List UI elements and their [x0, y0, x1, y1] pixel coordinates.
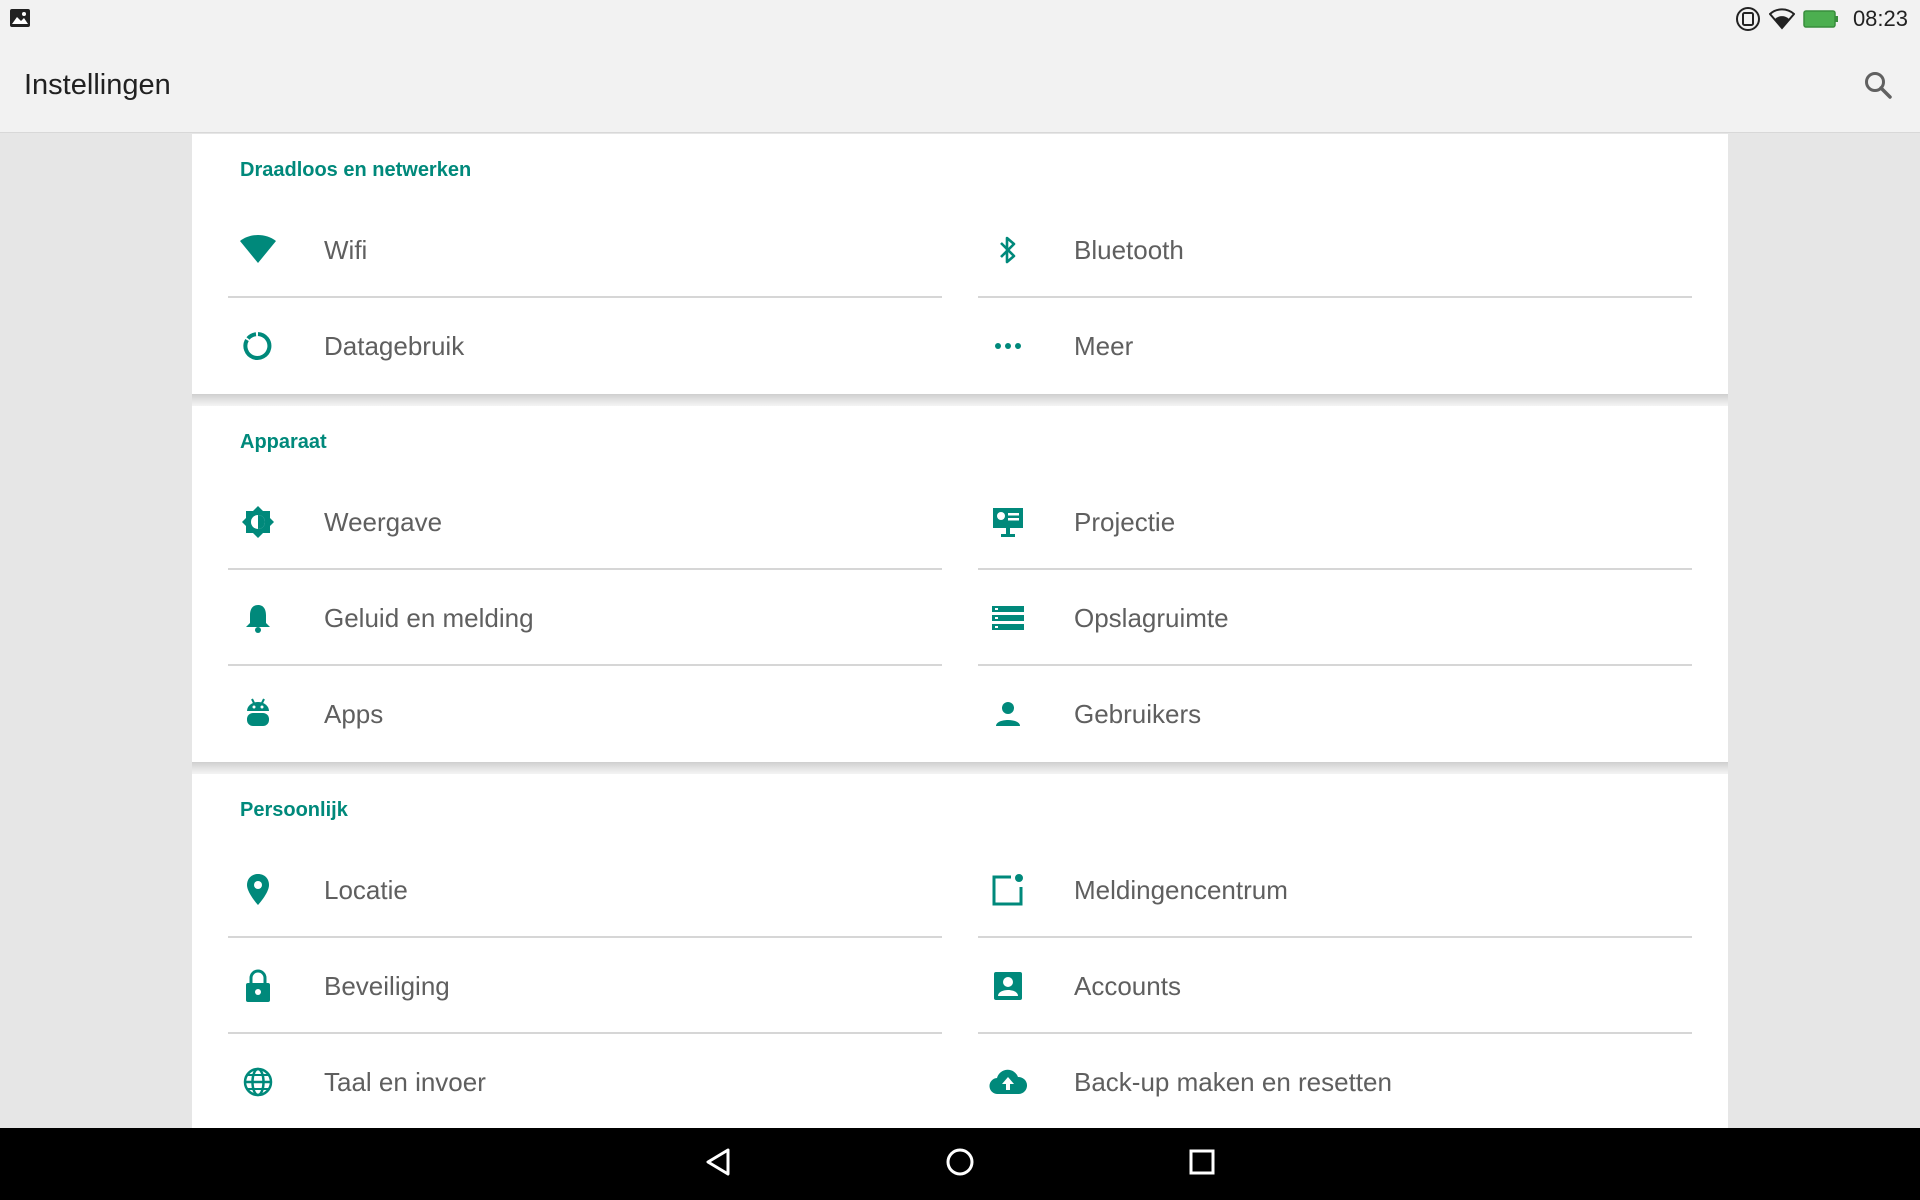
settings-item-label: Taal en invoer	[324, 1066, 486, 1097]
settings-item-language[interactable]: Taal en invoer	[228, 1034, 942, 1128]
storage-icon	[978, 598, 1038, 638]
account-box-icon	[978, 966, 1038, 1006]
settings-item-label: Accounts	[1074, 970, 1181, 1001]
projection-icon	[978, 502, 1038, 542]
bluetooth-icon	[978, 230, 1038, 270]
bell-icon	[228, 598, 288, 638]
section-divider	[192, 762, 1728, 774]
nfc-icon	[1735, 6, 1761, 32]
search-icon	[1863, 70, 1893, 105]
settings-item-accounts[interactable]: Accounts	[978, 938, 1692, 1034]
page-title: Instellingen	[24, 69, 171, 101]
cloud-upload-icon	[978, 1062, 1038, 1102]
settings-item-label: Meldingencentrum	[1074, 874, 1288, 905]
section-personal: Persoonlijk Locatie Meldingencentrum Bev…	[192, 774, 1728, 1128]
notification-center-icon	[978, 870, 1038, 910]
settings-item-label: Wifi	[324, 234, 368, 265]
data-usage-icon	[228, 326, 288, 366]
settings-item-wifi[interactable]: Wifi	[228, 202, 942, 298]
settings-item-label: Datagebruik	[324, 330, 465, 361]
settings-item-location[interactable]: Locatie	[228, 842, 942, 938]
wifi-signal-icon	[1768, 7, 1795, 30]
android-icon	[228, 694, 288, 734]
settings-item-label: Geluid en melding	[324, 602, 534, 633]
settings-item-label: Projectie	[1074, 506, 1176, 537]
settings-item-storage[interactable]: Opslagruimte	[978, 570, 1692, 666]
settings-item-data-usage[interactable]: Datagebruik	[228, 298, 942, 394]
status-bar: 08:23	[0, 0, 1920, 37]
home-icon	[945, 1147, 975, 1182]
section-title: Persoonlijk	[240, 799, 348, 821]
more-icon	[978, 326, 1038, 366]
settings-item-label: Weergave	[324, 506, 443, 537]
settings-item-label: Gebruikers	[1074, 698, 1202, 729]
globe-icon	[228, 1062, 288, 1102]
brightness-icon	[228, 502, 288, 542]
settings-item-security[interactable]: Beveiliging	[228, 938, 942, 1034]
settings-item-bluetooth[interactable]: Bluetooth	[978, 202, 1692, 298]
recents-icon	[1189, 1149, 1215, 1180]
app-bar: Instellingen	[0, 37, 1920, 133]
back-icon	[704, 1147, 732, 1182]
section-title: Draadloos en netwerken	[240, 159, 472, 181]
settings-item-sound[interactable]: Geluid en melding	[228, 570, 942, 666]
home-button[interactable]	[940, 1144, 980, 1184]
settings-item-label: Opslagruimte	[1074, 602, 1229, 633]
recents-button[interactable]	[1182, 1144, 1222, 1184]
back-button[interactable]	[698, 1144, 738, 1184]
section-title: Apparaat	[240, 431, 327, 453]
navigation-bar	[0, 1128, 1920, 1200]
settings-item-apps[interactable]: Apps	[228, 666, 942, 762]
settings-item-users[interactable]: Gebruikers	[978, 666, 1692, 762]
settings-item-display[interactable]: Weergave	[228, 474, 942, 570]
section-divider	[192, 394, 1728, 406]
wifi-icon	[228, 230, 288, 270]
settings-list: Draadloos en netwerken Wifi Bluetooth Da…	[192, 134, 1728, 1128]
lock-icon	[228, 966, 288, 1006]
settings-item-label: Locatie	[324, 874, 408, 905]
settings-item-label: Apps	[324, 698, 384, 729]
settings-item-label: Meer	[1074, 330, 1134, 361]
settings-item-projection[interactable]: Projectie	[978, 474, 1692, 570]
section-device: Apparaat Weergave Projectie Geluid en me…	[192, 406, 1728, 762]
location-icon	[228, 870, 288, 910]
section-wireless: Draadloos en netwerken Wifi Bluetooth Da…	[192, 134, 1728, 394]
settings-item-label: Beveiliging	[324, 970, 450, 1001]
settings-item-notification-center[interactable]: Meldingencentrum	[978, 842, 1692, 938]
person-icon	[978, 694, 1038, 734]
settings-item-backup[interactable]: Back-up maken en resetten	[978, 1034, 1692, 1128]
settings-item-more[interactable]: Meer	[978, 298, 1692, 394]
image-notification-icon	[9, 8, 31, 28]
settings-item-label: Bluetooth	[1074, 234, 1184, 265]
status-time: 08:23	[1852, 5, 1908, 31]
settings-item-label: Back-up maken en resetten	[1074, 1066, 1392, 1097]
search-button[interactable]	[1858, 67, 1898, 107]
battery-icon	[1803, 9, 1839, 29]
